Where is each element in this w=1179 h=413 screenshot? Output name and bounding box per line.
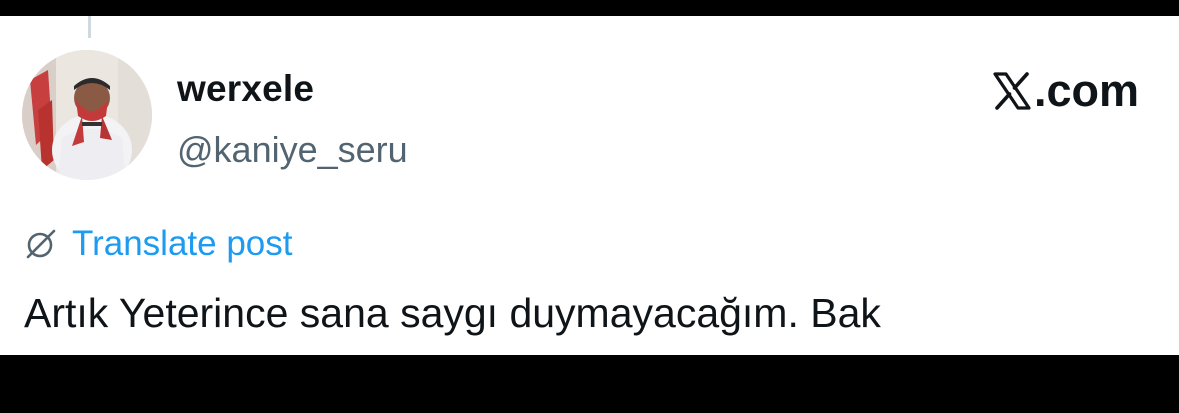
thread-line	[88, 16, 91, 38]
translate-post-label: Translate post	[72, 224, 293, 263]
post-card: werxele @kaniye_seru .com Translate post…	[0, 16, 1179, 355]
avatar-photo	[22, 50, 152, 180]
user-handle[interactable]: @kaniye_seru	[177, 129, 408, 171]
avatar[interactable]	[22, 50, 152, 180]
brand-text: .com	[1033, 65, 1139, 116]
globe-icon	[26, 229, 56, 259]
translate-post-link[interactable]: Translate post	[24, 224, 292, 264]
x-logo-icon	[993, 71, 1031, 110]
display-name[interactable]: werxele	[177, 68, 314, 110]
brand-logo: .com	[992, 68, 1139, 113]
post-text: Artık Yeterince sana saygı duymayacağım.…	[24, 290, 881, 336]
